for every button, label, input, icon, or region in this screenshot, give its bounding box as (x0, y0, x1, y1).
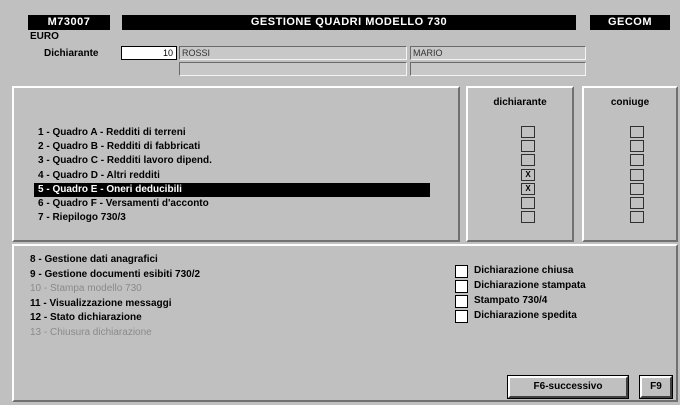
coniuge-square-2 (630, 140, 644, 153)
name-line2-field[interactable] (410, 62, 586, 76)
option-item-8[interactable]: 8 - Gestione dati anagrafici (30, 253, 158, 267)
dichiarante-square-2 (521, 140, 535, 153)
dichiarante-square-3 (521, 154, 535, 167)
option-item-13: 13 - Chiusura dichiarazione (30, 326, 152, 338)
option-item-10: 10 - Stampa modello 730 (30, 283, 142, 294)
dichiarante-square-7 (521, 211, 535, 224)
dichiarante-column-panel (466, 86, 574, 242)
dichiarante-square-6 (521, 197, 535, 209)
status-checkbox-2[interactable] (455, 280, 468, 293)
coniuge-square-5 (630, 182, 644, 195)
quadro-item-1[interactable]: 1 - Quadro A - Redditi di terreni (34, 126, 430, 140)
status-checkbox-4[interactable] (455, 310, 468, 323)
status-checkbox-3[interactable] (455, 295, 468, 308)
status-label-2: Dichiarazione stampata (474, 280, 586, 291)
dichiarante-mark-5: X (525, 183, 531, 193)
coniuge-column-header: coniuge (610, 97, 650, 108)
status-label-3: Stampato 730/4 (474, 295, 548, 306)
quadro-item-5[interactable]: 5 - Quadro E - Oneri deducibili (34, 182, 430, 197)
quadro-item-3[interactable]: 3 - Quadro C - Redditi lavoro dipend. (34, 154, 430, 168)
status-checkbox-1[interactable] (455, 265, 468, 278)
quadro-item-7[interactable]: 7 - Riepilogo 730/3 (34, 211, 430, 225)
dichiarante-column-header: dichiarante (493, 97, 547, 108)
currency-label: EURO (30, 31, 59, 42)
quadro-item-6[interactable]: 6 - Quadro F - Versamenti d'acconto (34, 197, 430, 211)
name-field[interactable]: MARIO (410, 46, 586, 60)
next-button[interactable]: F6-successivo (507, 375, 629, 399)
quadro-item-2[interactable]: 2 - Quadro B - Redditi di fabbricati (34, 140, 430, 154)
coniuge-square-6 (630, 197, 644, 209)
dichiarante-label: Dichiarante (44, 48, 99, 59)
coniuge-square-3 (630, 154, 644, 167)
f9-button[interactable]: F9 (639, 375, 673, 399)
surname-line2-field[interactable] (179, 62, 407, 76)
coniuge-square-4 (630, 168, 644, 181)
form-code: M73007 (28, 15, 110, 30)
dichiarante-mark-4: X (525, 169, 531, 179)
option-item-12[interactable]: 12 - Stato dichiarazione (30, 311, 142, 325)
app-name: GECOM (590, 15, 670, 30)
window-title: GESTIONE QUADRI MODELLO 730 (122, 15, 576, 30)
status-label-4: Dichiarazione spedita (474, 310, 577, 321)
surname-field[interactable]: ROSSI (179, 46, 407, 60)
option-item-11[interactable]: 11 - Visualizzazione messaggi (30, 297, 172, 311)
coniuge-square-7 (630, 211, 644, 224)
dichiarante-number-field[interactable]: 10 (121, 46, 177, 60)
dichiarante-square-4: X (521, 168, 535, 181)
quadro-item-4[interactable]: 4 - Quadro D - Altri redditi (34, 169, 430, 183)
option-item-9[interactable]: 9 - Gestione documenti esibiti 730/2 (30, 268, 200, 282)
dichiarante-square-1 (521, 126, 535, 138)
coniuge-square-1 (630, 126, 644, 138)
dichiarante-square-5: X (521, 182, 535, 195)
status-label-1: Dichiarazione chiusa (474, 265, 574, 276)
